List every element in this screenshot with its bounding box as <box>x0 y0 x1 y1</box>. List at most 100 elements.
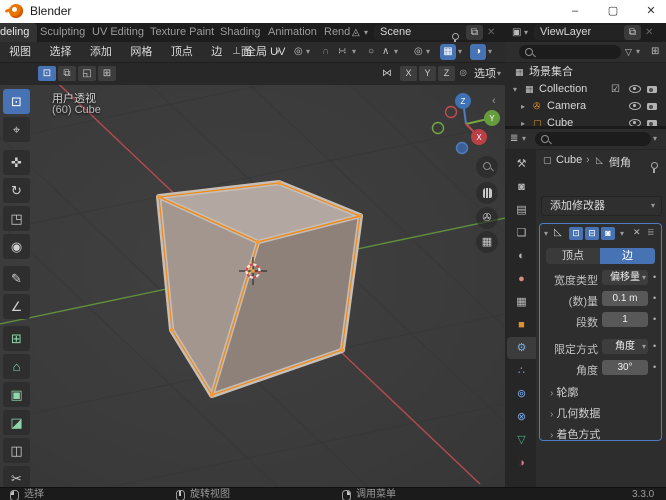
pan-button[interactable] <box>476 182 498 204</box>
hide-eye-icon[interactable] <box>629 81 641 98</box>
tool-add-cube[interactable]: ⊞ <box>3 326 30 351</box>
menu-vertex[interactable]: 顶点 <box>164 42 200 62</box>
mirror-icon[interactable]: ⋈ <box>382 64 392 84</box>
add-modifier-dropdown[interactable]: 添加修改器 ▾ <box>541 196 662 216</box>
proportional-falloff-icon[interactable]: ∧ <box>382 42 389 62</box>
outliner-row-camera[interactable]: ▸ ✇ Camera <box>505 98 666 115</box>
properties-options-chevron-icon[interactable]: ▾ <box>653 129 657 149</box>
tool-inset-faces[interactable]: ▣ <box>3 382 30 407</box>
keyframe-dot[interactable]: • <box>653 314 656 324</box>
viewlayer-name-field[interactable]: ViewLayer <box>534 25 626 40</box>
toggle-realtime[interactable]: ⊟ <box>585 227 599 240</box>
viewlayer-icon[interactable]: ▣ <box>512 23 521 42</box>
tab-view-layer[interactable]: ❏ <box>507 222 536 244</box>
segment-tab-edge[interactable]: 边 <box>600 248 655 264</box>
amount-field[interactable]: 0.1 m <box>602 291 648 306</box>
filter-chevron-icon[interactable]: ▾ <box>636 42 640 62</box>
tool-knife[interactable]: ✂ <box>3 466 30 487</box>
ortho-toggle-button[interactable]: ▦ <box>476 231 498 253</box>
shading-mode-icon[interactable]: ◑ <box>470 44 486 60</box>
expand-icon[interactable]: ▾ <box>513 81 517 98</box>
close-button[interactable]: ✕ <box>634 0 666 23</box>
snap-target-icon[interactable]: ∺ <box>338 42 346 62</box>
viewlayer-chevron-icon[interactable]: ▾ <box>524 23 528 42</box>
viewlayer-remove-icon[interactable]: ✕ <box>645 23 653 42</box>
scene-icon[interactable]: ◬ <box>352 23 360 42</box>
tab-scene[interactable]: ◐ <box>507 245 536 267</box>
pivot-icon[interactable]: ◎ <box>294 42 303 62</box>
toggle-edit-mode[interactable]: ⊡ <box>569 227 583 240</box>
scene-pin-icon[interactable] <box>452 27 459 42</box>
scene-copy-button[interactable]: ⧉ <box>466 25 483 40</box>
shading-chevron-icon[interactable]: ▾ <box>488 42 492 62</box>
modifier-drag-handle-icon[interactable]: ≣ <box>647 227 655 238</box>
tool-annotate[interactable]: ✎ <box>3 266 30 291</box>
viewlayer-copy-button[interactable]: ⧉ <box>624 25 641 40</box>
keyframe-dot[interactable]: • <box>653 293 656 303</box>
segments-field[interactable]: 1 <box>602 312 648 327</box>
render-visibility-icon[interactable] <box>647 81 657 98</box>
tool-extrude-region[interactable]: ⌂ <box>3 354 30 379</box>
keyframe-dot[interactable]: • <box>653 362 656 372</box>
breadcrumb-object[interactable]: Cube <box>556 154 582 166</box>
angle-field[interactable]: 30° <box>602 360 648 375</box>
tab-particles[interactable]: ∴ <box>507 360 536 382</box>
menu-view[interactable]: 视图 <box>2 42 38 62</box>
mirror-x-button[interactable]: X <box>400 66 417 81</box>
orientation-chevron-icon[interactable]: ▾ <box>276 42 280 62</box>
tool-loop-cut[interactable]: ◫ <box>3 438 30 463</box>
segment-tab-vertex[interactable]: 顶点 <box>546 248 600 264</box>
panel-collapse-icon[interactable]: ▾ <box>544 229 548 238</box>
render-visibility-icon[interactable] <box>647 98 657 115</box>
modifier-close-icon[interactable]: ✕ <box>633 227 641 238</box>
select-mode-intersect[interactable]: ⊞ <box>98 66 116 81</box>
tab-object[interactable]: ■ <box>507 314 536 336</box>
options-dropdown[interactable]: 选项 <box>474 64 496 84</box>
tab-output[interactable]: ▤ <box>507 199 536 221</box>
properties-search-input[interactable] <box>535 132 651 146</box>
proportional-edit-icon[interactable]: ○ <box>368 42 374 62</box>
tab-render[interactable]: ◙ <box>507 176 536 198</box>
snap-settings-icon[interactable]: ⊚ <box>459 64 467 84</box>
limit-method-dropdown[interactable]: 角度 ▾ <box>602 339 648 354</box>
filter-icon[interactable]: ▽ <box>625 42 632 62</box>
tool-scale[interactable]: ◳ <box>3 206 30 231</box>
modifier-extras-chevron-icon[interactable]: ▾ <box>620 229 624 238</box>
tool-measure[interactable]: ∠ <box>3 294 30 319</box>
tool-transform[interactable]: ◉ <box>3 234 30 259</box>
tab-world[interactable]: ● <box>507 268 536 290</box>
outliner-row-collection[interactable]: ▾ ▦ Collection ☑ <box>505 81 666 98</box>
tool-move[interactable]: ✜ <box>3 150 30 175</box>
tab-object-data[interactable]: ▽ <box>507 429 536 451</box>
pin-icon[interactable] <box>651 156 658 174</box>
maximize-button[interactable]: ▢ <box>596 0 630 23</box>
options-chevron-icon[interactable]: ▾ <box>497 64 501 84</box>
select-mode-subtract[interactable]: ◱ <box>78 66 96 81</box>
section-geometry[interactable]: › 几何数据 <box>550 405 600 421</box>
expand-icon[interactable]: ▸ <box>521 98 525 115</box>
tab-physics[interactable]: ⊚ <box>507 383 536 405</box>
mirror-y-button[interactable]: Y <box>419 66 436 81</box>
editor-type-icon[interactable]: ≣ <box>510 129 518 149</box>
overlays-chevron-icon[interactable]: ▾ <box>458 42 462 62</box>
toggle-render[interactable]: ◙ <box>601 227 615 240</box>
menu-edge[interactable]: 边 <box>204 42 229 62</box>
hide-eye-icon[interactable] <box>629 98 641 115</box>
orientation-icon[interactable]: ⊥ <box>232 42 241 62</box>
section-shading[interactable]: › 着色方式 <box>550 426 600 442</box>
tool-cursor[interactable]: ⌖ <box>3 117 30 142</box>
snap-magnet-icon[interactable]: ∩ <box>322 42 329 62</box>
scene-unlink-icon[interactable]: ✕ <box>487 23 495 42</box>
gizmo-chevron-icon[interactable]: ▾ <box>426 42 430 62</box>
tab-tool[interactable]: ⚒ <box>507 153 536 175</box>
menu-select[interactable]: 选择 <box>42 42 78 62</box>
new-collection-icon[interactable]: ⊞ <box>651 42 659 62</box>
tab-material[interactable]: ◑ <box>507 452 536 474</box>
select-mode-extend[interactable]: ⧉ <box>58 66 76 81</box>
tab-collection[interactable]: ▦ <box>507 291 536 313</box>
keyframe-dot[interactable]: • <box>653 341 656 351</box>
outliner-row-scene-collection[interactable]: ▦ 场景集合 <box>505 64 666 81</box>
tool-select-box[interactable]: ⊡ <box>3 89 30 114</box>
pivot-chevron-icon[interactable]: ▾ <box>306 42 310 62</box>
collection-checkbox[interactable]: ☑ <box>611 81 620 98</box>
